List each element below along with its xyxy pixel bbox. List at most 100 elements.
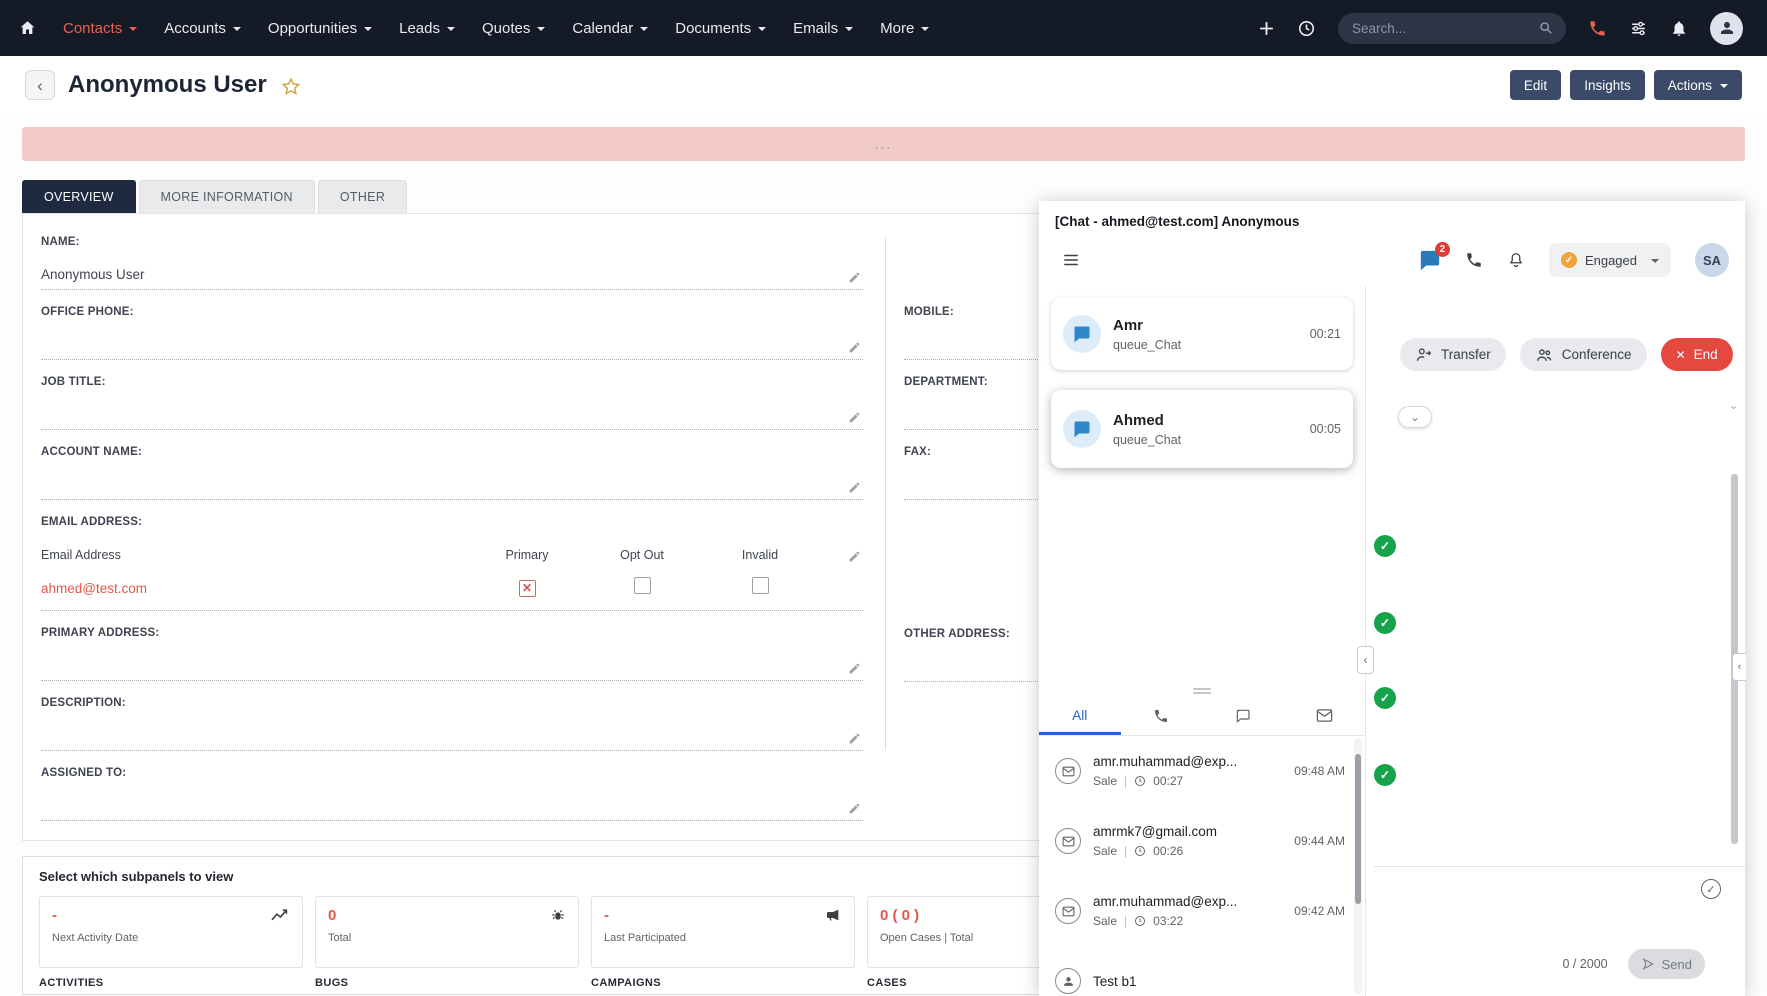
resolve-check-icon[interactable]: ✓ <box>1701 879 1721 899</box>
nav-label: Calendar <box>572 20 633 37</box>
user-avatar[interactable] <box>1710 12 1743 45</box>
edit-pencil-icon[interactable] <box>848 271 861 284</box>
edit-pencil-icon[interactable] <box>848 341 861 354</box>
history-meta: Sale | 00:26 <box>1093 844 1217 858</box>
chat-bubble-icon <box>1063 410 1101 448</box>
chats-icon[interactable]: 2 <box>1419 249 1441 271</box>
edit-pencil-icon[interactable] <box>848 481 861 494</box>
resize-grip[interactable] <box>1039 683 1365 699</box>
agent-status-dropdown[interactable]: ✓ Engaged <box>1549 243 1671 277</box>
record-tabs: OVERVIEW MORE INFORMATION OTHER <box>22 180 407 213</box>
tab-more-information[interactable]: MORE INFORMATION <box>139 180 315 213</box>
favorite-star-icon[interactable] <box>280 76 302 97</box>
nav-item-emails[interactable]: Emails <box>793 20 853 37</box>
edit-pencil-icon[interactable] <box>848 550 861 563</box>
tab-overview[interactable]: OVERVIEW <box>22 180 136 213</box>
tab-calls[interactable] <box>1121 699 1203 735</box>
nav-item-leads[interactable]: Leads <box>399 20 455 37</box>
history-meta: Sale | 03:22 <box>1093 914 1237 928</box>
nav-item-documents[interactable]: Documents <box>675 20 766 37</box>
transcript-scrollbar[interactable]: ⌄ <box>1729 404 1739 852</box>
actions-button[interactable]: Actions <box>1654 70 1742 100</box>
end-button[interactable]: ✕ End <box>1661 338 1733 371</box>
nav-item-quotes[interactable]: Quotes <box>482 20 545 37</box>
send-button[interactable]: Send <box>1628 949 1705 979</box>
email-address-link[interactable]: ahmed@test.com <box>41 581 471 596</box>
subpanel-campaigns[interactable]: CAMPAIGNS <box>591 977 855 989</box>
widget-title[interactable]: [Chat - ahmed@test.com] Anonymous <box>1039 201 1745 234</box>
field-office-phone: OFFICE PHONE: <box>41 306 863 360</box>
scroll-chevron-icon: ⌄ <box>1729 399 1738 412</box>
activities-stat-card[interactable]: - Next Activity Date <box>39 896 303 968</box>
active-call-phone-icon[interactable] <box>1588 19 1607 38</box>
insights-button[interactable]: Insights <box>1570 70 1645 100</box>
collapse-chevron-button[interactable]: ⌄ <box>1398 406 1432 428</box>
field-job-title: JOB TITLE: <box>41 376 863 430</box>
quick-create-plus-icon[interactable] <box>1258 20 1275 37</box>
campaigns-stat-card[interactable]: - Last Participated <box>591 896 855 968</box>
hamburger-menu-icon[interactable] <box>1061 251 1081 269</box>
nav-label: Documents <box>675 20 751 37</box>
history-row[interactable]: amr.muhammad@exp... Sale | 00:27 09:48 A… <box>1039 736 1365 806</box>
field-value-line <box>41 402 863 430</box>
scrollbar-thumb[interactable] <box>1355 754 1361 904</box>
nav-item-accounts[interactable]: Accounts <box>164 20 241 37</box>
alert-banner: ... <box>22 127 1745 161</box>
history-row[interactable]: amrmk7@gmail.com Sale | 00:26 09:44 AM <box>1039 806 1365 876</box>
conference-button[interactable]: Conference <box>1520 338 1647 371</box>
conference-label: Conference <box>1562 347 1632 362</box>
conversation-item-ahmed[interactable]: Ahmed queue_Chat 00:05 <box>1051 390 1353 468</box>
conversation-text: Amr queue_Chat <box>1113 317 1181 352</box>
invalid-checkbox[interactable] <box>752 577 769 594</box>
widget-toolbar: 2 ✓ Engaged SA <box>1039 234 1745 286</box>
nav-label: Opportunities <box>268 20 357 37</box>
nav-item-calendar[interactable]: Calendar <box>572 20 648 37</box>
opt-out-checkbox[interactable] <box>634 577 651 594</box>
recently-viewed-clock-icon[interactable] <box>1297 19 1316 38</box>
delivered-check-icon: ✓ <box>1374 535 1396 557</box>
tab-chats[interactable] <box>1202 699 1284 735</box>
edit-pencil-icon[interactable] <box>848 732 861 745</box>
history-time: 09:42 AM <box>1294 904 1345 918</box>
nav-item-more[interactable]: More <box>880 20 929 37</box>
edit-pencil-icon[interactable] <box>848 411 861 424</box>
nav-label: Accounts <box>164 20 226 37</box>
tab-other[interactable]: OTHER <box>318 180 407 213</box>
bugs-stat-card[interactable]: 0 Total <box>315 896 579 968</box>
conversation-item-amr[interactable]: Amr queue_Chat 00:21 <box>1051 298 1353 370</box>
conversation-duration: 00:21 <box>1310 327 1341 341</box>
history-scrollbar[interactable] <box>1354 738 1362 994</box>
nav-item-opportunities[interactable]: Opportunities <box>268 20 372 37</box>
widget-edge-handle[interactable]: ‹ <box>1732 653 1746 681</box>
subpanel-bugs[interactable]: BUGS <box>315 977 579 989</box>
contact-center-widget: [Chat - ahmed@test.com] Anonymous 2 ✓ En… <box>1039 201 1745 996</box>
panel-collapse-handle[interactable]: ‹ <box>1357 646 1374 674</box>
clock-icon <box>1134 915 1146 927</box>
transfer-button[interactable]: Transfer <box>1400 338 1506 371</box>
stat-value: - <box>52 907 57 924</box>
nav-item-contacts[interactable]: Contacts <box>63 20 137 37</box>
history-row[interactable]: Test b1 <box>1039 946 1365 996</box>
notifications-bell-icon[interactable] <box>1670 19 1688 38</box>
primary-checkbox[interactable]: ✕ <box>519 580 536 597</box>
agent-avatar[interactable]: SA <box>1695 243 1729 277</box>
stat-label: Next Activity Date <box>52 932 290 944</box>
back-button[interactable]: ‹ <box>25 70 55 100</box>
history-row[interactable]: amr.muhammad@exp... Sale | 03:22 09:42 A… <box>1039 876 1365 946</box>
actions-label: Actions <box>1668 78 1712 93</box>
widget-bell-icon[interactable] <box>1507 251 1525 270</box>
edit-button[interactable]: Edit <box>1510 70 1561 100</box>
calls-phone-icon[interactable] <box>1465 251 1483 269</box>
subpanel-activities[interactable]: ACTIVITIES <box>39 977 303 989</box>
field-description: DESCRIPTION: <box>41 697 863 751</box>
edit-pencil-icon[interactable] <box>848 802 861 815</box>
conversation-duration: 00:05 <box>1310 422 1341 436</box>
home-icon[interactable] <box>18 19 37 37</box>
settings-sliders-icon[interactable] <box>1629 20 1648 37</box>
search-icon[interactable] <box>1538 20 1554 36</box>
tab-emails[interactable] <box>1284 699 1366 735</box>
edit-pencil-icon[interactable] <box>848 662 861 675</box>
search-input[interactable] <box>1350 20 1538 37</box>
tab-all[interactable]: All <box>1039 699 1121 735</box>
email-table-header: Email Address Primary Opt Out Invalid <box>41 542 863 568</box>
